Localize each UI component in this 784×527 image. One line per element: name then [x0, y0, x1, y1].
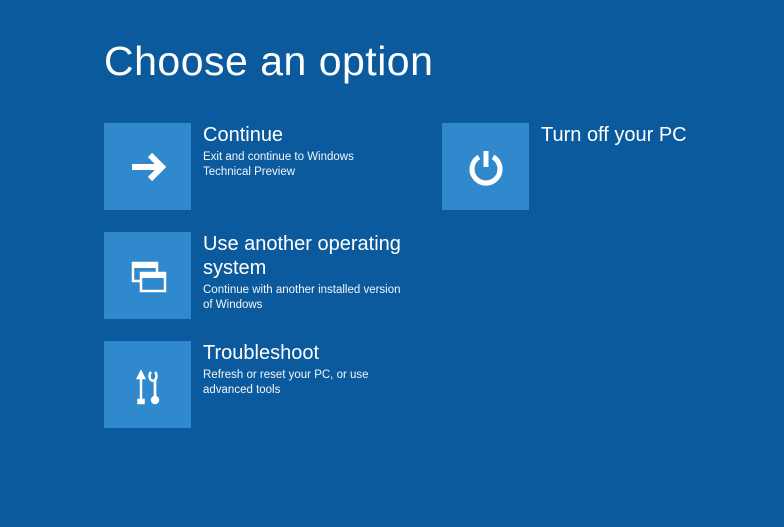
troubleshoot-title: Troubleshoot: [203, 341, 403, 365]
another-os-desc: Continue with another installed version …: [203, 283, 403, 313]
continue-option[interactable]: Continue Exit and continue to Windows Te…: [104, 123, 404, 210]
continue-text: Continue Exit and continue to Windows Te…: [203, 123, 403, 180]
troubleshoot-option[interactable]: Troubleshoot Refresh or reset your PC, o…: [104, 341, 404, 428]
another-os-title: Use another operating system: [203, 232, 404, 280]
arrow-right-icon: [104, 123, 191, 210]
troubleshoot-text: Troubleshoot Refresh or reset your PC, o…: [203, 341, 403, 398]
options-column-left: Continue Exit and continue to Windows Te…: [104, 123, 404, 428]
continue-desc: Exit and continue to Windows Technical P…: [203, 150, 403, 180]
tools-icon: [104, 341, 191, 428]
turn-off-option[interactable]: Turn off your PC: [442, 123, 742, 210]
options-column-right: Turn off your PC: [442, 123, 742, 428]
page-title: Choose an option: [104, 38, 784, 85]
power-icon: [442, 123, 529, 210]
another-os-text: Use another operating system Continue wi…: [203, 232, 404, 313]
troubleshoot-desc: Refresh or reset your PC, or use advance…: [203, 368, 403, 398]
continue-title: Continue: [203, 123, 403, 147]
another-os-option[interactable]: Use another operating system Continue wi…: [104, 232, 404, 319]
options-grid: Continue Exit and continue to Windows Te…: [104, 123, 784, 428]
turn-off-text: Turn off your PC: [541, 123, 687, 150]
turn-off-title: Turn off your PC: [541, 123, 687, 147]
windows-stack-icon: [104, 232, 191, 319]
